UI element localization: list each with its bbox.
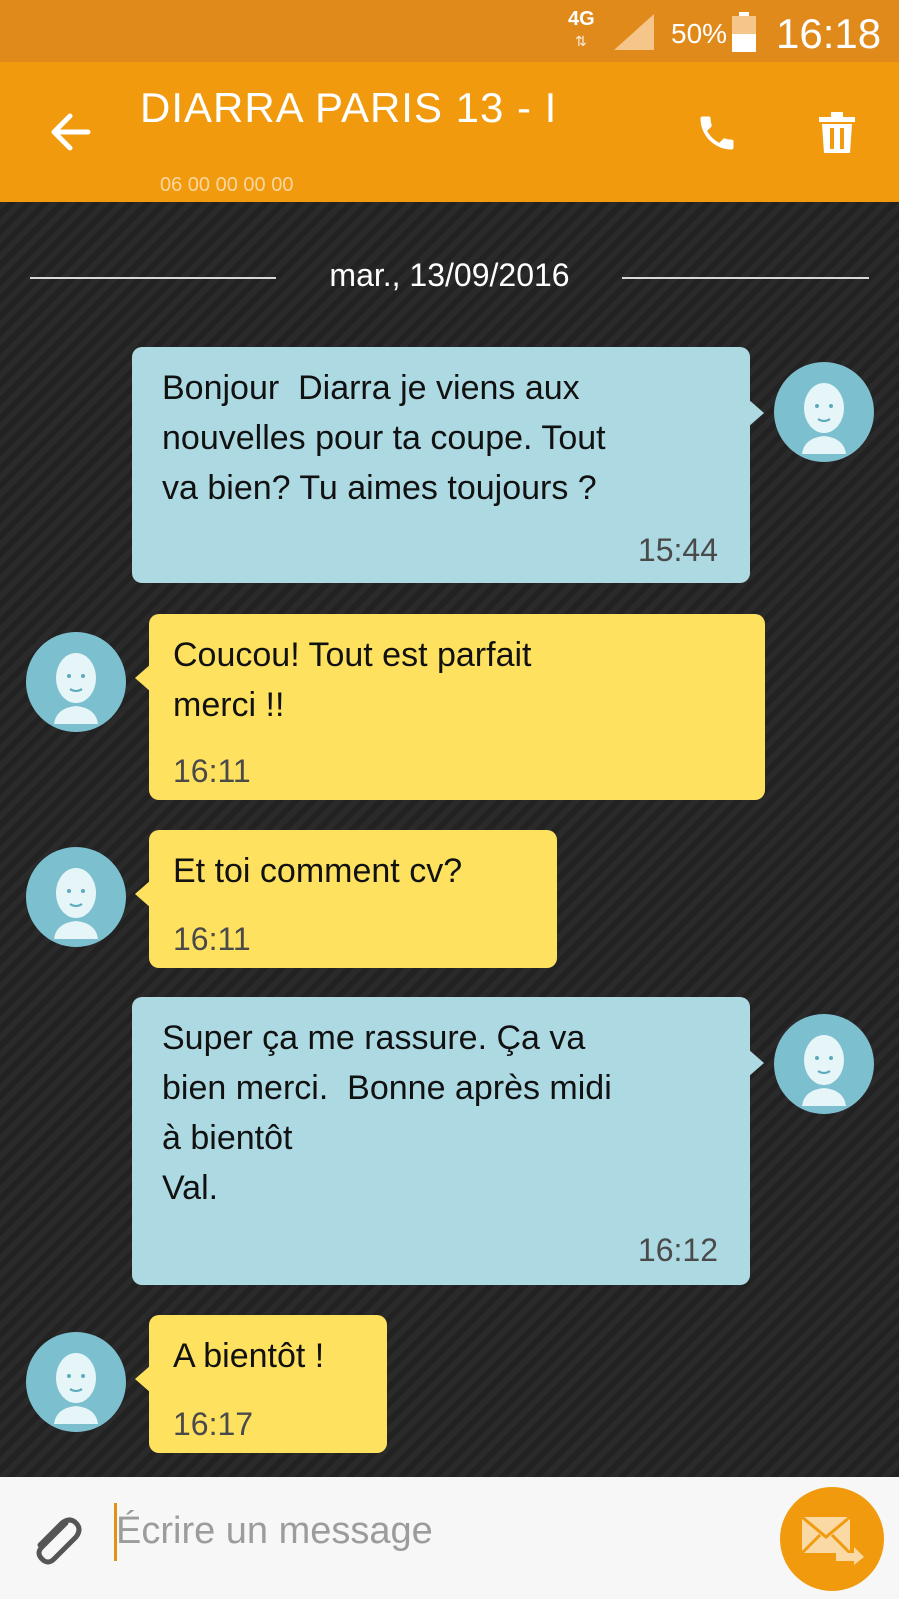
avatar[interactable] [26, 1332, 126, 1432]
send-message-icon [800, 1515, 864, 1565]
message-text: Coucou! Tout est parfait merci !! [173, 636, 532, 724]
attach-button[interactable] [26, 1509, 86, 1569]
contact-number: 06 00 00 00 00 [160, 174, 294, 196]
delete-button[interactable] [810, 106, 864, 160]
app-bar: DIARRA PARIS 13 - I 06 00 00 00 00 [0, 62, 899, 202]
battery-percent: 50% [671, 18, 728, 49]
person-icon [774, 1014, 874, 1114]
message-composer [0, 1477, 899, 1599]
call-button[interactable] [690, 106, 744, 160]
data-activity-icon: ⇅ [575, 33, 587, 49]
message-time: 16:11 [173, 753, 251, 789]
outgoing-message[interactable]: Super ça me rassure. Ça va bien merci. B… [132, 997, 764, 1285]
message-time: 16:11 [173, 921, 251, 957]
contact-name: DIARRA PARIS 13 - I [140, 84, 558, 131]
outgoing-message[interactable]: Bonjour Diarra je viens aux nouvelles po… [132, 347, 764, 583]
battery-icon [732, 12, 756, 57]
incoming-message[interactable]: Coucou! Tout est parfait merci !! 16:11 [135, 614, 765, 800]
message-text: A bientôt ! [173, 1337, 325, 1375]
network-type: 4G [568, 8, 595, 30]
avatar[interactable] [774, 362, 874, 462]
paperclip-icon [36, 1517, 82, 1565]
person-icon [26, 1332, 126, 1432]
message-text: Bonjour Diarra je viens aux nouvelles po… [162, 369, 606, 507]
send-button[interactable] [780, 1487, 884, 1591]
person-icon [26, 632, 126, 732]
message-time: 16:17 [173, 1406, 254, 1442]
phone-icon [700, 116, 734, 150]
back-button[interactable] [42, 104, 98, 160]
trash-icon [819, 112, 855, 153]
message-text: Et toi comment cv? [173, 852, 463, 890]
message-time: 16:12 [637, 1232, 718, 1268]
avatar[interactable] [26, 632, 126, 732]
message-text: Super ça me rassure. Ça va bien merci. B… [162, 1019, 612, 1207]
message-time: 15:44 [637, 532, 718, 568]
date-separator: mar., 13/09/2016 [0, 257, 899, 297]
signal-icon [614, 14, 654, 55]
avatar[interactable] [774, 1014, 874, 1114]
date-label: mar., 13/09/2016 [329, 257, 570, 293]
conversation-thread[interactable]: mar., 13/09/2016 Bonjour Diarra je viens… [0, 202, 899, 1477]
status-time: 16:18 [776, 10, 882, 57]
status-bar: 4G ⇅ 50% 16:18 [0, 0, 899, 62]
incoming-message[interactable]: Et toi comment cv? 16:11 [135, 830, 557, 968]
person-icon [774, 362, 874, 462]
divider [622, 277, 869, 279]
incoming-message[interactable]: A bientôt ! 16:17 [135, 1315, 387, 1453]
back-arrow-icon [51, 113, 91, 151]
avatar[interactable] [26, 847, 126, 947]
person-icon [26, 847, 126, 947]
message-input[interactable] [116, 1499, 746, 1563]
